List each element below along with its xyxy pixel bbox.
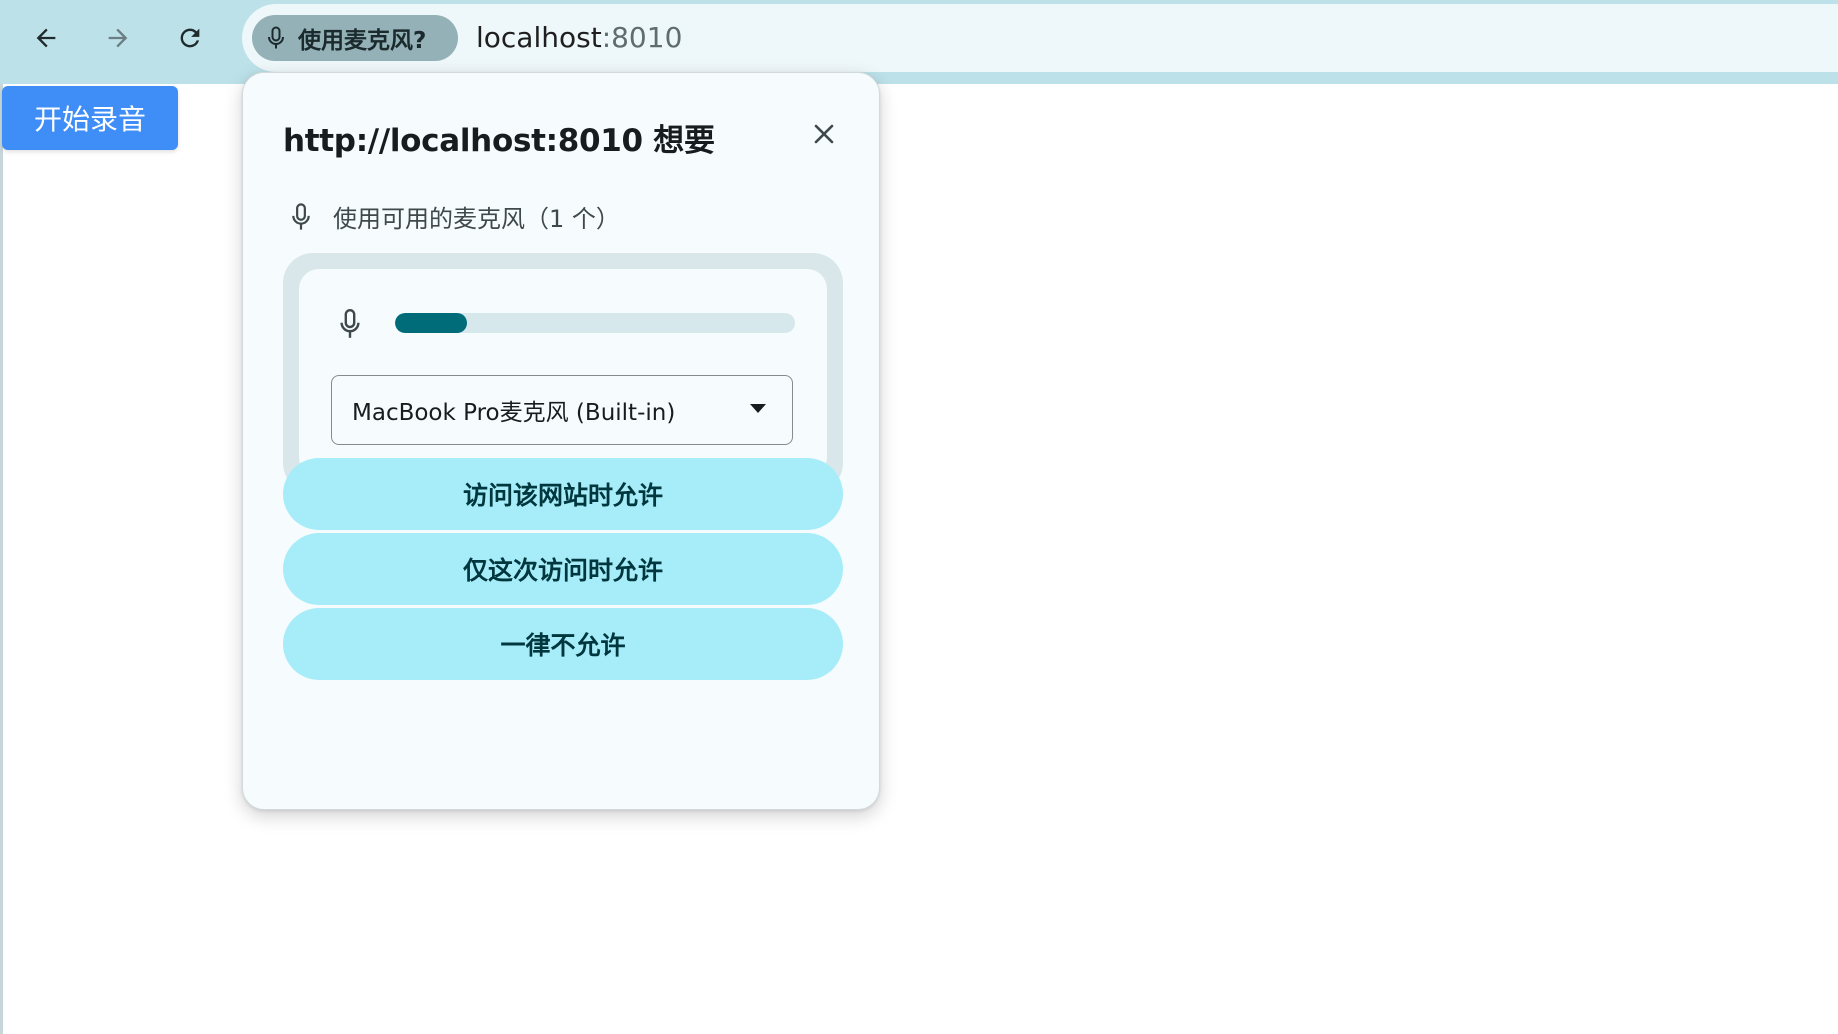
microphone-select[interactable]: MacBook Pro麦克风 (Built-in) <box>331 375 793 445</box>
mic-permission-chip[interactable]: 使用麦克风? <box>252 15 458 61</box>
permission-request-row: 使用可用的麦克风（1 个） <box>287 199 620 234</box>
mic-level-fill <box>395 313 467 333</box>
dropdown-arrow-icon <box>750 404 766 413</box>
microphone-icon <box>333 305 367 343</box>
device-panel: MacBook Pro麦克风 (Built-in) <box>283 253 843 493</box>
arrow-right-icon <box>104 24 132 52</box>
arrow-left-icon <box>32 24 60 52</box>
forward-button[interactable] <box>94 14 142 62</box>
allow-this-time-button[interactable]: 仅这次访问时允许 <box>283 533 843 605</box>
reload-button[interactable] <box>166 14 214 62</box>
permission-dialog: http://localhost:8010 想要 使用可用的麦克风（1 个） M… <box>242 72 880 810</box>
selected-device: MacBook Pro麦克风 (Built-in) <box>352 400 676 426</box>
microphone-icon <box>287 201 315 233</box>
start-recording-button[interactable]: 开始录音 <box>2 86 178 150</box>
close-icon <box>813 123 835 150</box>
page-left-edge <box>0 84 3 1034</box>
url-host: localhost <box>476 21 602 54</box>
mic-chip-label: 使用麦克风? <box>298 28 427 54</box>
allow-while-visiting-button[interactable]: 访问该网站时允许 <box>283 458 843 530</box>
permission-description: 使用可用的麦克风（1 个） <box>333 205 620 233</box>
url-text[interactable]: localhost:8010 <box>476 20 682 56</box>
mic-level-meter <box>395 313 795 333</box>
microphone-icon <box>264 26 288 50</box>
never-allow-button[interactable]: 一律不允许 <box>283 608 843 680</box>
dialog-title: http://localhost:8010 想要 <box>283 123 715 159</box>
close-button[interactable] <box>803 115 845 157</box>
device-panel-inner: MacBook Pro麦克风 (Built-in) <box>299 269 827 477</box>
url-port: :8010 <box>601 21 683 54</box>
reload-icon <box>176 24 204 52</box>
back-button[interactable] <box>22 14 70 62</box>
